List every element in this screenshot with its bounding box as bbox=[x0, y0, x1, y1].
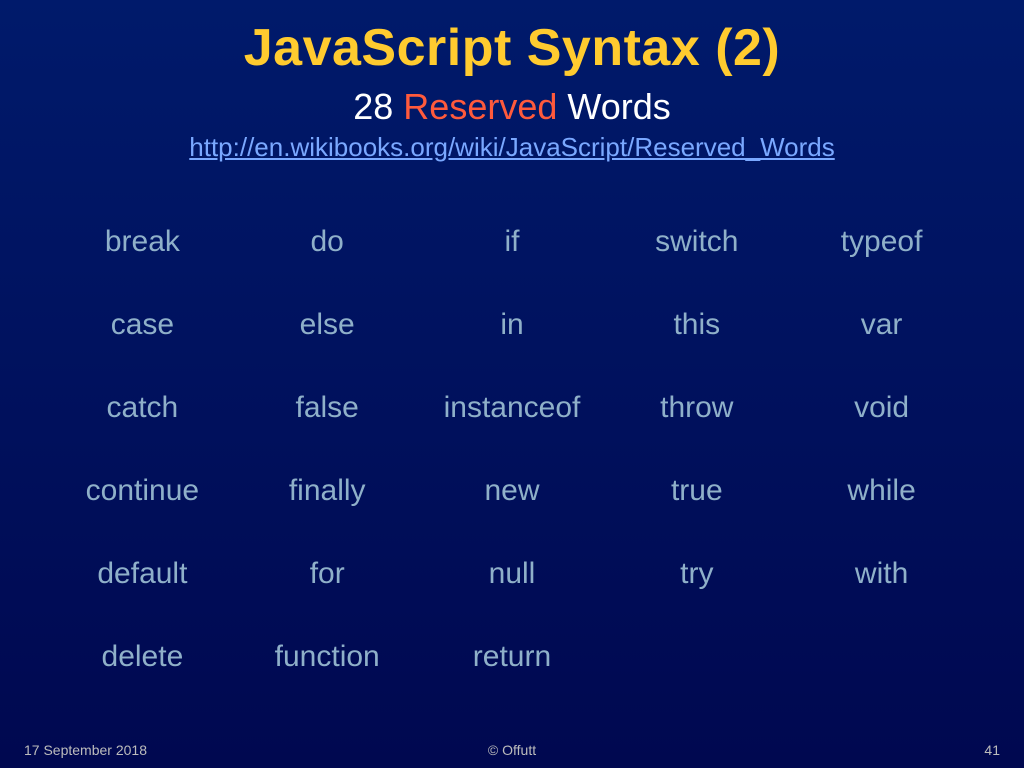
reserved-word: new bbox=[420, 450, 605, 533]
reserved-word: with bbox=[789, 532, 974, 615]
reserved-word: continue bbox=[50, 450, 235, 533]
reserved-word: typeof bbox=[789, 201, 974, 284]
reserved-word: switch bbox=[604, 201, 789, 284]
reserved-word: throw bbox=[604, 367, 789, 450]
reserved-word: else bbox=[235, 284, 420, 367]
reserved-word: this bbox=[604, 284, 789, 367]
reserved-word: case bbox=[50, 284, 235, 367]
slide-title: JavaScript Syntax (2) bbox=[40, 18, 984, 78]
subtitle-suffix: Words bbox=[557, 86, 670, 127]
reserved-word: instanceof bbox=[420, 367, 605, 450]
reserved-word: default bbox=[50, 532, 235, 615]
reserved-word: false bbox=[235, 367, 420, 450]
reserved-word bbox=[789, 615, 974, 698]
reference-link[interactable]: http://en.wikibooks.org/wiki/JavaScript/… bbox=[40, 132, 984, 163]
reserved-word: if bbox=[420, 201, 605, 284]
reserved-word: void bbox=[789, 367, 974, 450]
reserved-word: do bbox=[235, 201, 420, 284]
reserved-word: null bbox=[420, 532, 605, 615]
slide-footer: 17 September 2018 © Offutt 41 bbox=[0, 742, 1024, 758]
reserved-word: break bbox=[50, 201, 235, 284]
reserved-word bbox=[604, 615, 789, 698]
slide-subtitle: 28 Reserved Words bbox=[40, 86, 984, 128]
reserved-word: for bbox=[235, 532, 420, 615]
subtitle-prefix: 28 bbox=[353, 86, 403, 127]
reserved-word: true bbox=[604, 450, 789, 533]
slide: JavaScript Syntax (2) 28 Reserved Words … bbox=[0, 0, 1024, 768]
reserved-word: in bbox=[420, 284, 605, 367]
footer-copyright: © Offutt bbox=[0, 742, 1024, 758]
reserved-word: finally bbox=[235, 450, 420, 533]
reserved-word: var bbox=[789, 284, 974, 367]
subtitle-accent: Reserved bbox=[403, 86, 557, 127]
reserved-word: while bbox=[789, 450, 974, 533]
reserved-word: try bbox=[604, 532, 789, 615]
reserved-word: delete bbox=[50, 615, 235, 698]
reserved-words-grid: break do if switch typeof case else in t… bbox=[40, 201, 984, 728]
reserved-word: return bbox=[420, 615, 605, 698]
reserved-word: function bbox=[235, 615, 420, 698]
reserved-word: catch bbox=[50, 367, 235, 450]
